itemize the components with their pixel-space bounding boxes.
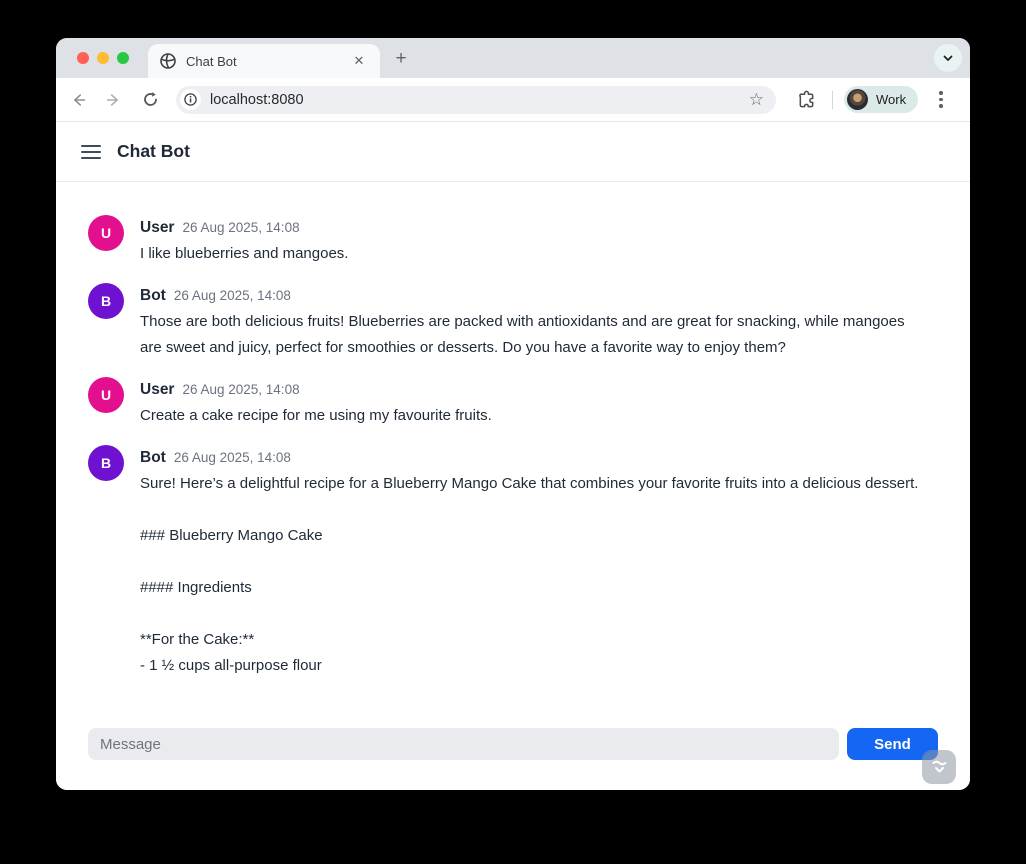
hamburger-menu-icon[interactable]	[76, 140, 106, 164]
message-author: User	[140, 381, 174, 398]
chat-app: Chat Bot U User 26 Aug 2025, 14:08 I like…	[56, 122, 970, 790]
new-tab-button[interactable]: +	[388, 46, 414, 72]
message-header: Bot 26 Aug 2025, 14:08	[140, 283, 924, 309]
browser-window: Chat Bot ✕ + localhost:8080 ☆	[56, 38, 970, 790]
profile-avatar	[847, 89, 868, 110]
message-body: Create a cake recipe for me using my fav…	[140, 403, 924, 429]
address-bar[interactable]: localhost:8080 ☆	[176, 86, 776, 114]
maximize-window-button[interactable]	[117, 52, 129, 64]
extensions-icon[interactable]	[794, 88, 818, 112]
reload-button[interactable]	[138, 88, 162, 112]
tab-chat-bot[interactable]: Chat Bot ✕	[148, 44, 380, 78]
message-row: U User 26 Aug 2025, 14:08 I like blueberr…	[88, 215, 924, 267]
chevron-down-icon	[942, 52, 954, 64]
forward-button[interactable]	[102, 88, 126, 112]
message-row: U User 26 Aug 2025, 14:08 Create a cake r…	[88, 377, 924, 429]
message-timestamp: 26 Aug 2025, 14:08	[182, 220, 299, 235]
message-avatar-letter: U	[101, 225, 111, 241]
message-avatar-letter: B	[101, 293, 111, 309]
message-input[interactable]	[88, 728, 839, 760]
message-avatar: U	[88, 377, 124, 413]
traffic-lights	[77, 52, 129, 64]
tab-title: Chat Bot	[186, 54, 350, 69]
composer: Send	[88, 728, 938, 760]
message-timestamp: 26 Aug 2025, 14:08	[182, 382, 299, 397]
message-avatar: B	[88, 283, 124, 319]
profile-name: Work	[876, 92, 906, 107]
message-content: Bot 26 Aug 2025, 14:08 Those are both del…	[140, 283, 924, 361]
minimize-window-button[interactable]	[97, 52, 109, 64]
message-header: User 26 Aug 2025, 14:08	[140, 377, 924, 403]
message-avatar-letter: B	[101, 455, 111, 471]
message-avatar-letter: U	[101, 387, 111, 403]
message-body: Sure! Here’s a delightful recipe for a B…	[140, 471, 924, 679]
tab-strip: Chat Bot ✕ +	[56, 38, 970, 78]
page-title: Chat Bot	[117, 141, 190, 162]
message-content: Bot 26 Aug 2025, 14:08 Sure! Here’s a del…	[140, 445, 924, 679]
message-list: U User 26 Aug 2025, 14:08 I like blueberr…	[56, 182, 970, 790]
scroll-down-icon	[931, 759, 948, 775]
message-content: User 26 Aug 2025, 14:08 Create a cake rec…	[140, 377, 924, 429]
message-author: User	[140, 219, 174, 236]
message-row: B Bot 26 Aug 2025, 14:08 Those are both d…	[88, 283, 924, 361]
site-info-icon[interactable]	[180, 89, 201, 110]
message-avatar: B	[88, 445, 124, 481]
message-row: B Bot 26 Aug 2025, 14:08 Sure! Here’s a d…	[88, 445, 924, 679]
message-timestamp: 26 Aug 2025, 14:08	[174, 288, 291, 303]
message-timestamp: 26 Aug 2025, 14:08	[174, 450, 291, 465]
message-body: Those are both delicious fruits! Blueber…	[140, 309, 924, 361]
message-header: User 26 Aug 2025, 14:08	[140, 215, 924, 241]
message-author: Bot	[140, 449, 166, 466]
globe-favicon-icon	[160, 53, 176, 69]
message-avatar: U	[88, 215, 124, 251]
toolbar-divider	[832, 91, 833, 109]
close-window-button[interactable]	[77, 52, 89, 64]
profile-chip[interactable]: Work	[844, 86, 918, 113]
app-header: Chat Bot	[56, 122, 970, 182]
message-body: I like blueberries and mangoes.	[140, 241, 924, 267]
browser-toolbar: localhost:8080 ☆ Work	[56, 78, 970, 122]
scroll-to-bottom-button[interactable]	[922, 750, 956, 784]
browser-menu-button[interactable]	[932, 91, 950, 108]
message-content: User 26 Aug 2025, 14:08 I like blueberrie…	[140, 215, 924, 267]
message-header: Bot 26 Aug 2025, 14:08	[140, 445, 924, 471]
back-button[interactable]	[66, 88, 90, 112]
url-text: localhost:8080	[210, 92, 749, 108]
message-author: Bot	[140, 287, 166, 304]
tab-close-icon[interactable]: ✕	[350, 52, 368, 70]
bookmark-star-icon[interactable]: ☆	[749, 90, 764, 110]
tab-search-button[interactable]	[934, 44, 962, 72]
